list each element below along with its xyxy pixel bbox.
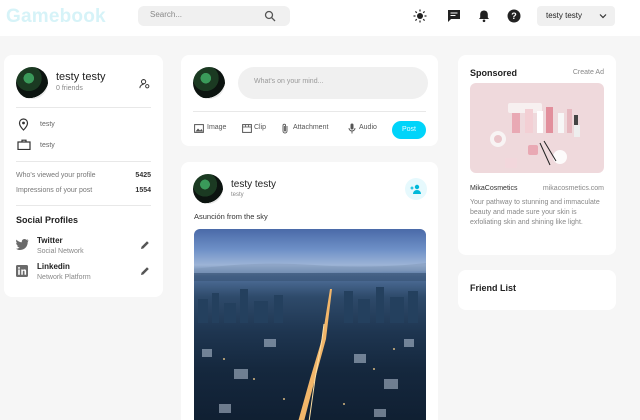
ad-description: Your pathway to stunning and immaculate … — [470, 199, 600, 226]
friend-list-card: Friend List — [458, 270, 616, 310]
post-input-placeholder: What's on your mind... — [254, 78, 324, 85]
post-composer: What's on your mind... Image Clip Attach… — [181, 55, 438, 146]
help-icon[interactable]: ? — [507, 9, 521, 23]
create-ad-link[interactable]: Create Ad — [573, 69, 604, 76]
cosmetics-image — [490, 103, 580, 168]
social-type: Social Network — [37, 248, 84, 255]
avatar[interactable] — [16, 67, 48, 99]
edit-icon[interactable] — [140, 266, 150, 276]
location-text: testy — [40, 121, 55, 128]
search-icon[interactable] — [264, 10, 276, 22]
city-skyline-image — [194, 263, 426, 420]
sponsored-card: Sponsored Create Ad MikaCosmetics mikaco… — [458, 55, 616, 255]
search-bar[interactable]: Search... — [138, 6, 290, 26]
profile-name[interactable]: testy testy — [56, 71, 106, 83]
linkedin-icon — [16, 265, 28, 277]
image-icon[interactable] — [194, 124, 204, 133]
sponsored-title: Sponsored — [470, 68, 518, 78]
post-author[interactable]: testy testy — [231, 179, 276, 190]
occupation-text: testy — [40, 142, 55, 149]
post-text: Asunción from the sky — [194, 212, 268, 221]
microphone-icon[interactable] — [348, 123, 356, 134]
add-friend-button[interactable] — [405, 178, 427, 200]
stat-value: 5425 — [135, 172, 151, 179]
user-select[interactable]: testy testy — [537, 6, 615, 26]
ad-image[interactable] — [470, 83, 604, 173]
post-location: testy — [231, 192, 244, 198]
divider — [193, 111, 426, 112]
search-input[interactable]: Search... — [150, 10, 182, 19]
attachment-icon[interactable] — [281, 123, 289, 134]
stat-label: Who's viewed your profile — [16, 172, 96, 179]
post-input[interactable]: What's on your mind... — [238, 67, 428, 99]
edit-icon[interactable] — [140, 240, 150, 250]
social-profiles-title: Social Profiles — [16, 215, 79, 225]
divider — [16, 107, 151, 108]
avatar[interactable] — [193, 67, 225, 99]
user-select-value: testy testy — [546, 11, 583, 20]
social-type: Network Platform — [37, 274, 91, 281]
divider — [16, 205, 151, 206]
avatar[interactable] — [193, 174, 223, 204]
social-name[interactable]: Twitter — [37, 236, 63, 245]
sun-icon[interactable] — [413, 9, 427, 23]
bell-icon[interactable] — [477, 9, 491, 23]
navbar: Gamebook Search... ? testy testy — [0, 0, 640, 36]
svg-text:?: ? — [511, 11, 517, 21]
chat-icon[interactable] — [447, 9, 461, 23]
stat-value: 1554 — [135, 187, 151, 194]
ad-site[interactable]: mikacosmetics.com — [543, 185, 604, 192]
briefcase-icon — [17, 139, 31, 150]
post-card: testy testy testy Asunción from the sky — [181, 162, 438, 420]
image-action[interactable]: Image — [207, 124, 226, 131]
friend-list-title: Friend List — [470, 283, 517, 293]
stat-label: Impressions of your post — [16, 187, 93, 194]
social-name[interactable]: Linkedin — [37, 262, 70, 271]
twitter-icon — [16, 239, 29, 250]
app-logo[interactable]: Gamebook — [6, 6, 106, 28]
divider — [16, 161, 151, 162]
chevron-down-icon — [599, 14, 607, 19]
location-icon — [18, 118, 29, 131]
post-image[interactable] — [194, 229, 426, 420]
post-button[interactable]: Post — [392, 121, 426, 139]
profile-card: testy testy 0 friends testy testy Who's … — [4, 55, 163, 297]
ad-brand: MikaCosmetics — [470, 185, 518, 192]
attachment-action[interactable]: Attachment — [293, 124, 328, 131]
audio-action[interactable]: Audio — [359, 124, 377, 131]
clip-action[interactable]: Clip — [254, 124, 266, 131]
manage-accounts-icon[interactable] — [139, 78, 150, 89]
friends-count: 0 friends — [56, 85, 83, 92]
clip-icon[interactable] — [242, 124, 252, 133]
person-add-icon — [410, 184, 421, 194]
